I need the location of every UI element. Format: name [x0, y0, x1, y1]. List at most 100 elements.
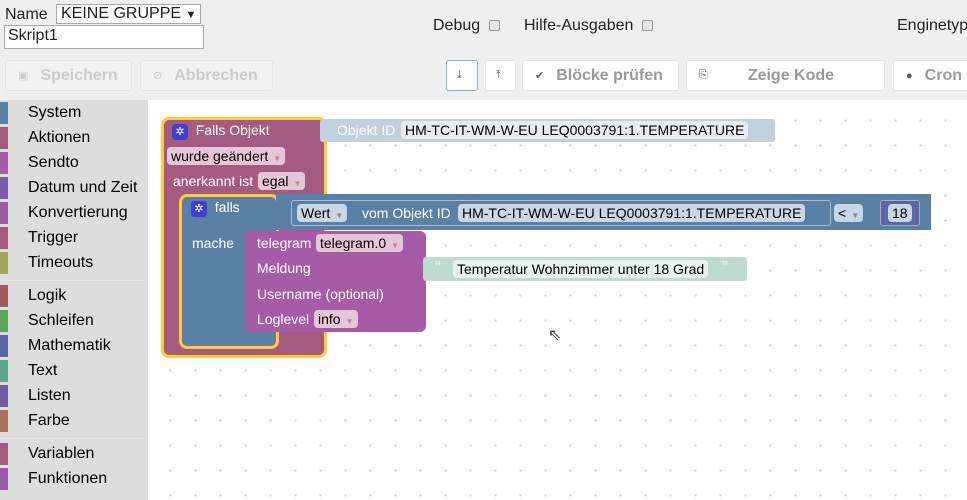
category-color-swatch: [0, 252, 8, 274]
category-color-swatch: [0, 468, 8, 490]
sidebar-item-label: Timeouts: [28, 254, 94, 271]
debug-checkbox[interactable]: [489, 20, 500, 31]
check-icon: ✔: [535, 70, 545, 82]
name-label: Name: [5, 6, 48, 23]
category-color-swatch: [0, 410, 8, 432]
save-button[interactable]: ▣ Speichern: [5, 60, 132, 91]
sidebar-item-label: Trigger: [28, 229, 79, 246]
category-color-swatch: [0, 227, 8, 249]
mouse-cursor-icon: ⇖: [548, 327, 562, 344]
sidebar-item-logik[interactable]: Logik: [0, 285, 66, 307]
category-color-swatch: [0, 102, 8, 124]
sidebar-item-aktionen[interactable]: Aktionen: [0, 127, 90, 149]
group-select[interactable]: KEINE GRUPPE ▼: [56, 4, 202, 24]
sidebar-item-label: Aktionen: [28, 129, 91, 146]
category-color-swatch: [0, 285, 8, 307]
category-color-swatch: [0, 202, 8, 224]
import-button[interactable]: ⤒: [485, 60, 516, 91]
blockly-workspace[interactable]: ✲ Falls Objekt wurde geändert ▼ anerkannt…: [148, 100, 967, 500]
sidebar-item-label: Schleifen: [28, 312, 94, 329]
save-label: Speichern: [40, 66, 118, 84]
sidebar-item-sendto[interactable]: Sendto: [0, 152, 79, 174]
gear-icon: ✲: [172, 124, 188, 140]
sidebar-item-variablen[interactable]: Variablen: [0, 443, 94, 465]
sidebar-item-farbe[interactable]: Farbe: [0, 410, 70, 432]
sidebar-item-label: Funktionen: [28, 470, 108, 487]
category-color-swatch: [0, 385, 8, 407]
show-code-button[interactable]: ⎘ Zeige Kode: [686, 60, 885, 91]
sidebar-item-schleifen[interactable]: Schleifen: [0, 310, 94, 332]
sidebar-item-trigger[interactable]: Trigger: [0, 227, 78, 249]
category-color-swatch: [0, 360, 8, 382]
sidebar-item-system[interactable]: System: [0, 102, 81, 124]
cancel-icon: ⊘: [153, 70, 163, 82]
loglevel-dropdown[interactable]: info ▼: [314, 310, 358, 328]
message-label: Meldung: [257, 260, 311, 276]
gear-icon: ✲: [191, 201, 207, 217]
toolbox-sidebar: System Aktionen Sendto Datum und Zeit Konver…: [0, 100, 148, 500]
group-select-value: KEINE GRUPPE: [61, 5, 182, 22]
trigger-title: Falls Objekt: [195, 122, 270, 138]
instance-dropdown[interactable]: telegram.0 ▼: [316, 234, 404, 252]
sidebar-item-label: Text: [28, 362, 58, 379]
upload-icon: ⤒: [496, 69, 501, 81]
sidebar-divider: [0, 438, 145, 439]
clock-icon: ●: [906, 69, 913, 82]
download-icon: ⤓: [457, 69, 462, 81]
save-icon: ▣: [18, 70, 29, 82]
username-label: Username (optional): [257, 286, 384, 302]
cancel-label: Abbrechen: [174, 66, 258, 84]
message-text-field[interactable]: Temperatur Wohnzimmer unter 18 Grad: [453, 260, 709, 278]
sidebar-item-datum-und-zeit[interactable]: Datum und Zeit: [0, 177, 137, 199]
close-quote-icon: ”: [722, 258, 728, 278]
ack-dropdown[interactable]: egal ▼: [258, 172, 306, 190]
open-quote-icon: “: [435, 258, 441, 278]
oid-field[interactable]: HM-TC-IT-WM-W-EU LEQ0003791:1.TEMPERATUR…: [401, 121, 749, 139]
category-color-swatch: [0, 177, 8, 199]
sidebar-item-label: Logik: [28, 287, 67, 304]
help-checkbox[interactable]: [642, 20, 653, 31]
value-dropdown[interactable]: Wert ▼: [297, 204, 348, 222]
sidebar-divider: [0, 280, 145, 281]
if-oid-field[interactable]: HM-TC-IT-WM-W-EU LEQ0003791:1.TEMPERATUR…: [458, 204, 806, 222]
cron-label: Cron: [924, 66, 962, 84]
sidebar-item-funktionen[interactable]: Funktionen: [0, 468, 107, 490]
sidebar-item-label: Datum und Zeit: [28, 179, 138, 196]
telegram-label: telegram: [257, 235, 312, 251]
check-label: Blöcke prüfen: [556, 66, 663, 84]
category-color-swatch: [0, 127, 8, 149]
sidebar-item-label: Farbe: [28, 412, 70, 429]
dropdown-arrow-icon: ▼: [185, 9, 197, 21]
sidebar-item-label: System: [28, 104, 82, 121]
category-color-swatch: [0, 152, 8, 174]
number-field[interactable]: 18: [888, 204, 912, 222]
sidebar-item-mathematik[interactable]: Mathematik: [0, 335, 111, 357]
loglevel-label: Loglevel: [257, 311, 310, 327]
show-code-label: Zeige Kode: [747, 66, 835, 84]
debug-label: Debug: [433, 17, 481, 34]
category-color-swatch: [0, 310, 8, 332]
engine-label: Enginetyp: [897, 17, 967, 34]
sidebar-item-label: Konvertierung: [28, 204, 128, 221]
operator-dropdown[interactable]: < ▼: [834, 204, 864, 222]
check-blocks-button[interactable]: ✔ Blöcke prüfen: [522, 60, 679, 91]
oid-label: Objekt ID: [337, 122, 396, 138]
cron-button[interactable]: ● Cron: [893, 60, 967, 91]
dropdown-arrow-icon: ▼: [273, 154, 282, 163]
sidebar-item-label: Variablen: [28, 445, 95, 462]
category-color-swatch: [0, 335, 8, 357]
trigger-header: ✲ Falls Objekt: [172, 122, 270, 140]
ack-label: anerkannt ist: [173, 173, 254, 189]
sidebar-item-label: Mathematik: [28, 337, 111, 354]
do-label: mache: [192, 235, 235, 251]
export-button[interactable]: ⤓: [446, 60, 478, 91]
cancel-button[interactable]: ⊘ Abbrechen: [140, 60, 273, 91]
sidebar-item-text[interactable]: Text: [0, 360, 57, 382]
if-label: falls: [214, 199, 240, 215]
sidebar-item-label: Sendto: [28, 154, 79, 171]
sidebar-item-konvertierung[interactable]: Konvertierung: [0, 202, 128, 224]
event-dropdown[interactable]: wurde geändert ▼: [167, 147, 286, 165]
script-name-input[interactable]: Skript1: [4, 25, 204, 49]
sidebar-item-timeouts[interactable]: Timeouts: [0, 252, 93, 274]
sidebar-item-listen[interactable]: Listen: [0, 385, 71, 407]
